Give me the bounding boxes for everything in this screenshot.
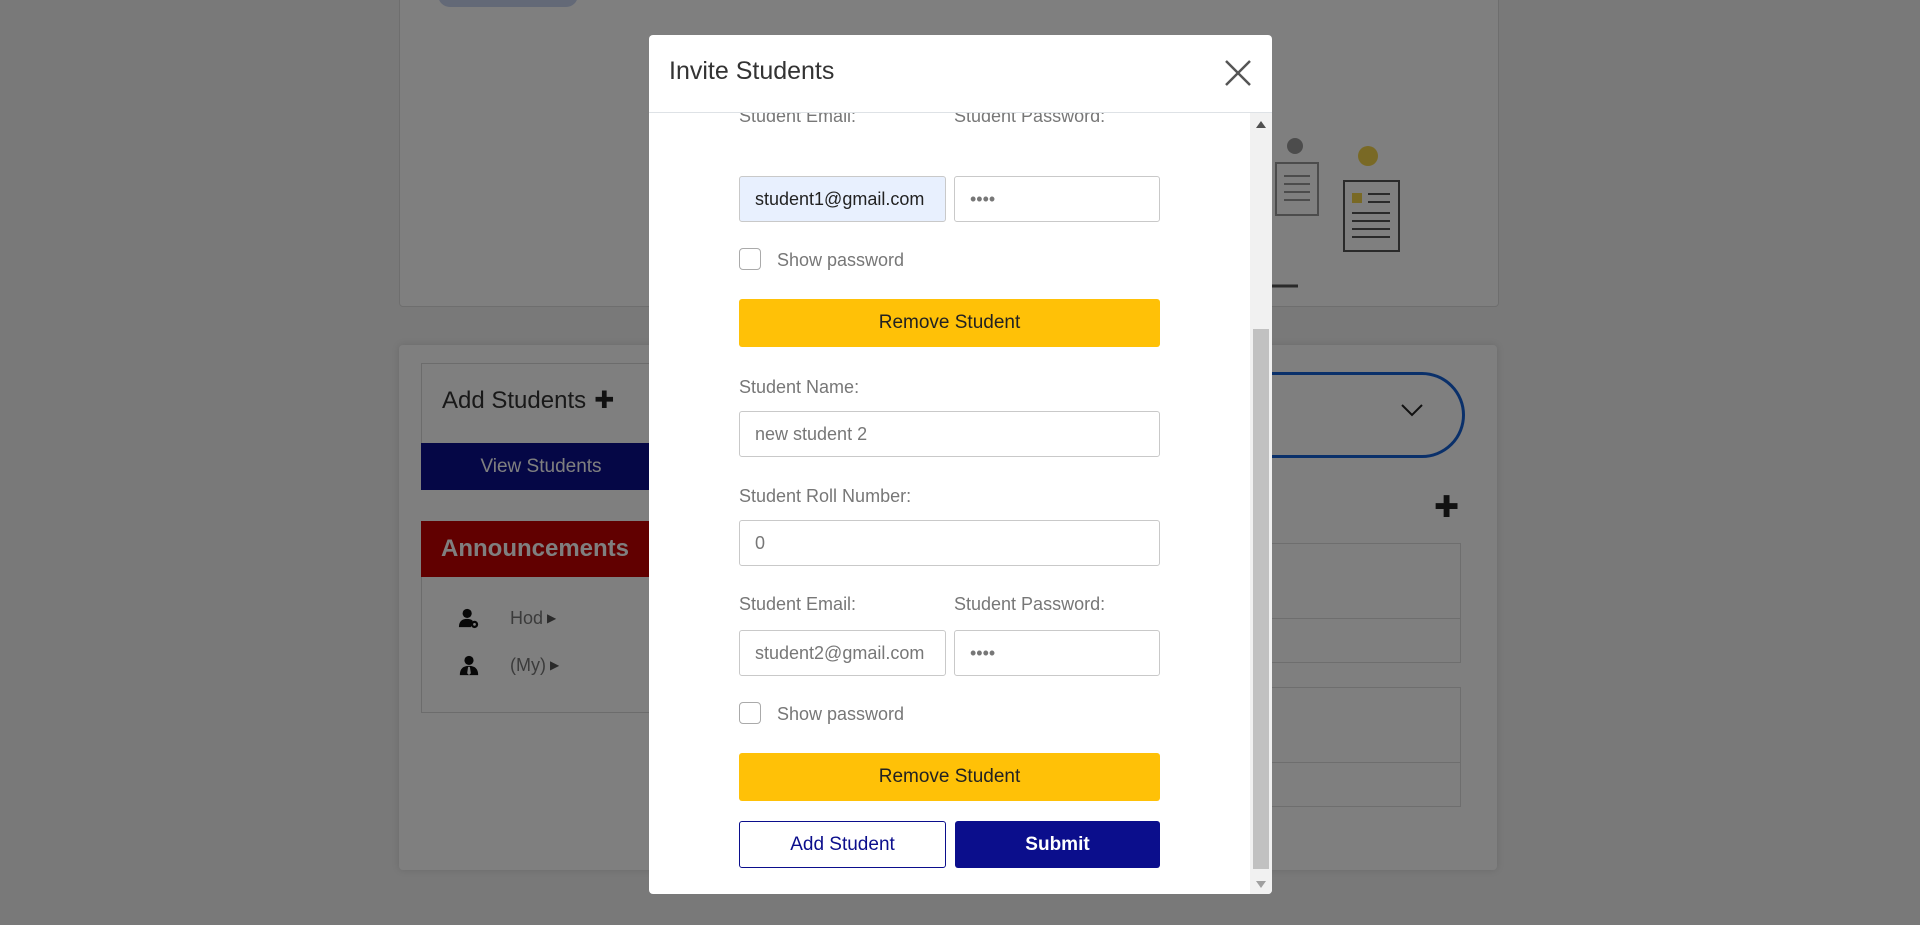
- show-password-checkbox[interactable]: [739, 702, 761, 724]
- student-email-label: Student Email:: [739, 113, 857, 126]
- show-password-label: Show password: [777, 250, 905, 270]
- student-password-label: Student Password:: [954, 594, 1106, 614]
- modal-body: Student Email: Student Password: Show pa…: [649, 113, 1250, 894]
- modal-title: Invite Students: [669, 57, 835, 85]
- show-password-checkbox[interactable]: [739, 248, 761, 270]
- student-name-label: Student Name:: [739, 377, 860, 397]
- student-email-label: Student Email:: [739, 594, 857, 614]
- show-password-label: Show password: [777, 704, 905, 724]
- student-password-input[interactable]: [954, 630, 1160, 676]
- student-email-input[interactable]: [739, 176, 946, 222]
- remove-student-button[interactable]: Remove Student: [739, 753, 1160, 801]
- student-name-input[interactable]: [739, 411, 1160, 457]
- submit-button[interactable]: Submit: [955, 821, 1160, 868]
- modal-scrollbar[interactable]: [1250, 113, 1272, 894]
- add-student-button[interactable]: Add Student: [739, 821, 946, 868]
- student-email-input[interactable]: [739, 630, 946, 676]
- scrollbar-thumb[interactable]: [1253, 329, 1269, 869]
- invite-students-modal: Invite Students Student Email: Student P…: [649, 35, 1272, 894]
- student-password-input[interactable]: [954, 176, 1160, 222]
- scroll-up-arrow-icon[interactable]: [1256, 121, 1266, 128]
- student-password-label: Student Password:: [954, 113, 1106, 126]
- student-roll-number-input[interactable]: [739, 520, 1160, 566]
- remove-student-button[interactable]: Remove Student: [739, 299, 1160, 347]
- close-icon[interactable]: [1222, 57, 1254, 89]
- student-roll-number-label: Student Roll Number:: [739, 486, 912, 506]
- modal-header: Invite Students: [649, 35, 1272, 113]
- scroll-down-arrow-icon[interactable]: [1256, 881, 1266, 888]
